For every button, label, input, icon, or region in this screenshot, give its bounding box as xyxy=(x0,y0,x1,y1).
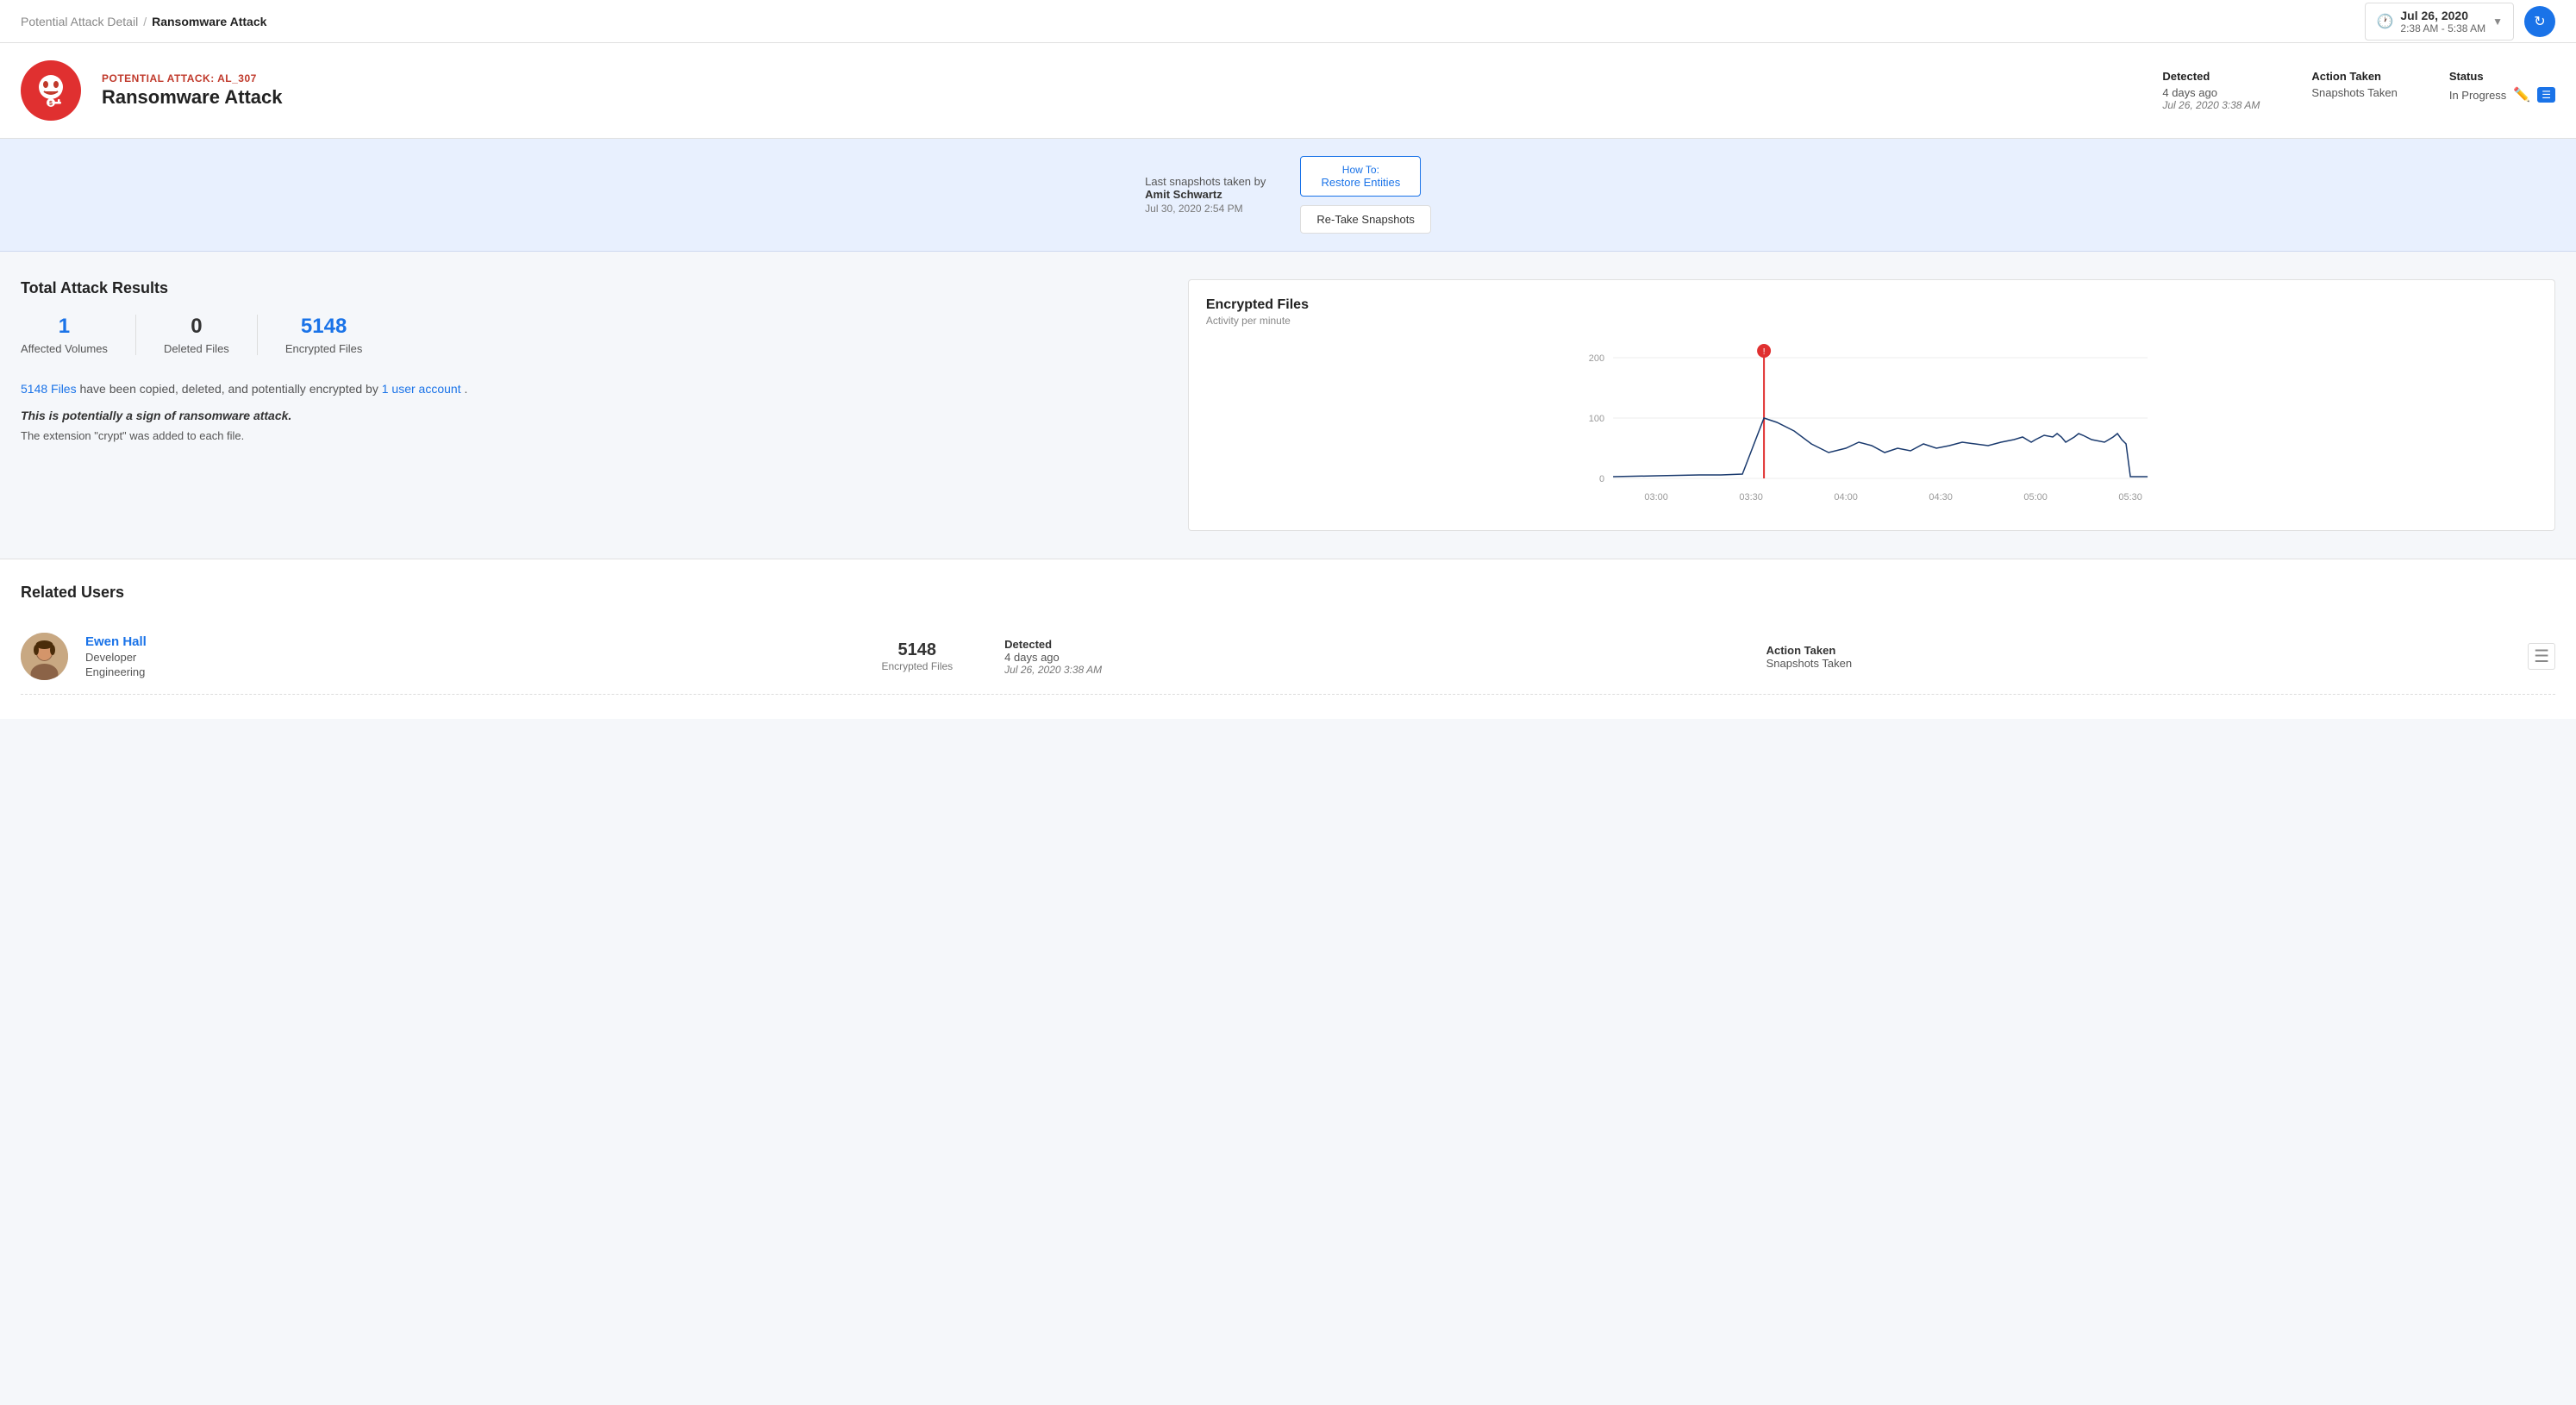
ransomware-warning: This is potentially a sign of ransomware… xyxy=(21,409,1160,422)
top-navigation: Potential Attack Detail / Ransomware Att… xyxy=(0,0,2576,43)
snapshot-taken-by: Amit Schwartz xyxy=(1145,188,1266,201)
status-block: In Progress ✏️ ☰ xyxy=(2449,86,2555,103)
user-avatar-image xyxy=(21,633,68,680)
header-meta: Detected 4 days ago Jul 26, 2020 3:38 AM… xyxy=(2162,70,2555,111)
user-detected-date: Jul 26, 2020 3:38 AM xyxy=(1004,664,1748,676)
desc-end: . xyxy=(464,382,467,396)
snapshot-date: Jul 30, 2020 2:54 PM xyxy=(1145,203,1266,215)
svg-text:100: 100 xyxy=(1589,414,1604,424)
left-panel: Total Attack Results 1 Affected Volumes … xyxy=(21,279,1188,531)
snapshot-banner: Last snapshots taken by Amit Schwartz Ju… xyxy=(0,139,2576,252)
user-department: Engineering xyxy=(85,665,829,678)
user-action-label: Action Taken xyxy=(1766,644,2510,657)
affected-volumes-label: Affected Volumes xyxy=(21,342,108,355)
user-action: Action Taken Snapshots Taken xyxy=(1766,644,2510,670)
attack-icon: $ xyxy=(21,60,81,121)
svg-text:200: 200 xyxy=(1589,353,1604,364)
svg-text:04:00: 04:00 xyxy=(1834,492,1858,503)
svg-text:03:30: 03:30 xyxy=(1739,492,1763,503)
action-value: Snapshots Taken xyxy=(2311,86,2398,99)
attack-title: Ransomware Attack xyxy=(102,86,2141,109)
svg-text:03:00: 03:00 xyxy=(1644,492,1668,503)
user-detected-label: Detected xyxy=(1004,638,1748,651)
svg-text:05:00: 05:00 xyxy=(2023,492,2048,503)
date-range-text: 2:38 AM - 5:38 AM xyxy=(2400,22,2485,34)
main-content: Total Attack Results 1 Affected Volumes … xyxy=(0,252,2576,559)
breadcrumb-separator: / xyxy=(143,15,147,28)
user-detected-relative: 4 days ago xyxy=(1004,651,1748,664)
user-action-value: Snapshots Taken xyxy=(1766,657,2510,670)
files-link[interactable]: 5148 Files xyxy=(21,382,77,396)
user-detected: Detected 4 days ago Jul 26, 2020 3:38 AM xyxy=(1004,638,1748,676)
user-name[interactable]: Ewen Hall xyxy=(85,634,829,649)
how-to-restore-button[interactable]: How To: Restore Entities xyxy=(1300,156,1421,197)
stats-row: 1 Affected Volumes 0 Deleted Files 5148 … xyxy=(21,315,1160,355)
status-label: Status xyxy=(2449,70,2555,83)
action-meta: Action Taken Snapshots Taken xyxy=(2311,70,2398,99)
ransomware-icon: $ xyxy=(32,72,70,109)
encrypted-files-num: 5148 xyxy=(285,315,363,339)
date-title: Jul 26, 2020 xyxy=(2400,9,2485,22)
user-role: Developer xyxy=(85,651,829,664)
breadcrumb-parent[interactable]: Potential Attack Detail xyxy=(21,15,138,28)
svg-text:!: ! xyxy=(1763,347,1766,357)
chart-area: 200 100 0 03:00 03:30 04:00 04:30 05:00 … xyxy=(1206,340,2537,513)
deleted-files-num: 0 xyxy=(164,315,229,339)
right-panel: Encrypted Files Activity per minute 200 … xyxy=(1188,279,2555,531)
notes-icon[interactable]: ☰ xyxy=(2537,87,2555,103)
affected-volumes-num: 1 xyxy=(21,315,108,339)
date-range-selector[interactable]: 🕐 Jul 26, 2020 2:38 AM - 5:38 AM ▼ xyxy=(2365,3,2514,41)
detected-label: Detected xyxy=(2162,70,2260,83)
user-info: Ewen Hall Developer Engineering xyxy=(85,634,829,678)
chart-section: Encrypted Files Activity per minute 200 … xyxy=(1188,279,2555,531)
table-row: Ewen Hall Developer Engineering 5148 Enc… xyxy=(21,619,2555,695)
deleted-files-label: Deleted Files xyxy=(164,342,229,355)
related-users-title: Related Users xyxy=(21,584,2555,602)
user-encrypted-num: 5148 xyxy=(898,640,937,660)
avatar xyxy=(21,633,68,680)
user-account-link[interactable]: 1 user account xyxy=(382,382,461,396)
breadcrumb-current: Ransomware Attack xyxy=(152,15,266,28)
snapshot-by-label: Last snapshots taken by xyxy=(1145,175,1266,188)
svg-text:05:30: 05:30 xyxy=(2118,492,2142,503)
how-to-bottom-label: Restore Entities xyxy=(1316,176,1404,189)
chart-title: Encrypted Files xyxy=(1206,297,2537,313)
encrypted-files-stat: 5148 Encrypted Files xyxy=(285,315,391,355)
attack-info: POTENTIAL ATTACK: AL_307 Ransomware Atta… xyxy=(102,72,2141,109)
svg-text:0: 0 xyxy=(1599,474,1604,484)
nav-right: 🕐 Jul 26, 2020 2:38 AM - 5:38 AM ▼ ↻ xyxy=(2365,3,2555,41)
status-meta: Status In Progress ✏️ ☰ xyxy=(2449,70,2555,103)
attack-label: POTENTIAL ATTACK: AL_307 xyxy=(102,72,2141,84)
user-encrypted-stat: 5148 Encrypted Files xyxy=(881,640,953,672)
how-to-top-label: How To: xyxy=(1316,164,1404,176)
attack-description: 5148 Files have been copied, deleted, an… xyxy=(21,379,1160,398)
action-label: Action Taken xyxy=(2311,70,2398,83)
status-value: In Progress xyxy=(2449,89,2506,102)
deleted-files-stat: 0 Deleted Files xyxy=(164,315,258,355)
detected-date: Jul 26, 2020 3:38 AM xyxy=(2162,99,2260,111)
chevron-down-icon: ▼ xyxy=(2492,16,2503,28)
chart-subtitle: Activity per minute xyxy=(1206,315,2537,327)
affected-volumes-stat: 1 Affected Volumes xyxy=(21,315,136,355)
svg-text:04:30: 04:30 xyxy=(1929,492,1953,503)
retake-snapshots-button[interactable]: Re-Take Snapshots xyxy=(1300,205,1430,234)
user-encrypted-label: Encrypted Files xyxy=(881,660,953,672)
encrypted-files-chart: 200 100 0 03:00 03:30 04:00 04:30 05:00 … xyxy=(1206,340,2537,513)
svg-text:$: $ xyxy=(49,101,53,107)
clock-icon: 🕐 xyxy=(2376,13,2393,30)
detected-meta: Detected 4 days ago Jul 26, 2020 3:38 AM xyxy=(2162,70,2260,111)
header-card: $ POTENTIAL ATTACK: AL_307 Ransomware At… xyxy=(0,43,2576,139)
detected-relative: 4 days ago xyxy=(2162,86,2260,99)
desc-middle: have been copied, deleted, and potential… xyxy=(79,382,381,396)
attack-results-title: Total Attack Results xyxy=(21,279,1160,297)
snapshot-info: Last snapshots taken by Amit Schwartz Ju… xyxy=(1145,175,1266,215)
encrypted-files-label: Encrypted Files xyxy=(285,342,363,355)
breadcrumb: Potential Attack Detail / Ransomware Att… xyxy=(21,15,266,28)
edit-icon[interactable]: ✏️ xyxy=(2513,86,2530,103)
extension-note: The extension "crypt" was added to each … xyxy=(21,429,1160,442)
related-users-section: Related Users Ewen Hall Developer Engine… xyxy=(0,559,2576,719)
refresh-button[interactable]: ↻ xyxy=(2524,6,2555,37)
collapse-button[interactable]: ☰ xyxy=(2528,643,2555,670)
